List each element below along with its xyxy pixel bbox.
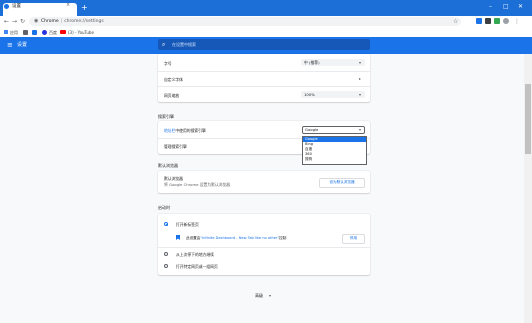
search-engine-dropdown[interactable]: Google Bing 百度 360 搜狗 <box>302 136 367 165</box>
apps-icon <box>4 30 8 34</box>
baidu-icon <box>42 30 47 35</box>
address-bar-text: Chrome | chrome://settings <box>41 19 104 24</box>
extension-prefix: 此设置由 <box>186 236 201 240</box>
startup-option-label: 打开特定网页或一组网页 <box>176 264 218 269</box>
site-info-icon[interactable]: ◉ <box>34 17 38 26</box>
extension-link[interactable]: "Infinite Dashboard - New Tab like no ot… <box>200 236 279 240</box>
extension-icon[interactable] <box>494 18 500 24</box>
font-size-label: 字号 <box>164 61 172 66</box>
bookmark-baidu[interactable]: 百度 <box>49 28 57 37</box>
startup-radio-specific-pages[interactable] <box>164 264 168 268</box>
search-placeholder: 在设置中搜索 <box>172 42 196 47</box>
bookmark-star-icon[interactable]: ☆ <box>453 17 458 26</box>
bookmark-apps[interactable]: 应用 <box>10 28 18 37</box>
address-bar-engine-label: 地址栏中使用的搜索引擎 <box>164 128 206 134</box>
page-zoom-label: 网页缩放 <box>164 93 180 98</box>
extension-suffix: 控制 <box>279 236 287 240</box>
startup-option-label: 从上次停下的地方继续 <box>176 252 214 257</box>
address-bar-link[interactable]: 地址栏 <box>164 128 175 133</box>
scrollbar-thumb[interactable] <box>525 84 531 154</box>
page-zoom-value: 100% <box>304 92 315 97</box>
manage-search-engines-label[interactable]: 管理搜索引擎 <box>164 144 187 150</box>
window-close-icon[interactable]: ✕ <box>518 3 523 10</box>
omnibox-url: chrome://settings <box>64 19 104 24</box>
youtube-icon <box>60 30 66 34</box>
search-engine-section-title: 搜索引擎 <box>158 114 174 119</box>
new-tab-icon[interactable]: + <box>81 4 88 12</box>
close-tab-icon[interactable]: × <box>66 2 70 8</box>
chevron-down-icon: ▾ <box>359 92 362 97</box>
menu-icon[interactable]: ≡ <box>7 38 13 53</box>
custom-fonts-label[interactable]: 自定义字体 <box>164 77 183 83</box>
maximize-icon[interactable]: □ <box>503 3 509 10</box>
omnibox-site: Chrome <box>41 19 59 24</box>
reload-icon[interactable]: ↻ <box>20 17 25 27</box>
font-size-value: 中 (推荐) <box>304 60 320 65</box>
back-icon[interactable]: ← <box>4 17 9 27</box>
startup-radio-new-tab[interactable] <box>164 222 168 226</box>
chevron-down-icon: ▾ <box>359 60 362 65</box>
minimize-icon[interactable]: – <box>489 3 492 10</box>
bookmark-favicon-icon[interactable] <box>23 30 28 35</box>
divider <box>158 247 370 248</box>
bookmark-favicon-icon[interactable] <box>32 30 37 35</box>
extension-icon[interactable] <box>485 18 491 24</box>
advanced-toggle[interactable]: 高级 <box>255 293 263 299</box>
make-default-button-label: 设为默认浏览器 <box>329 180 355 184</box>
chevron-down-icon[interactable]: ▾ <box>269 293 271 298</box>
divider <box>158 86 370 87</box>
extension-icon[interactable] <box>476 18 482 24</box>
divider <box>158 71 370 72</box>
chevron-down-icon: ▾ <box>359 127 362 132</box>
bookmark-youtube[interactable]: (3) - YouTube <box>68 28 94 37</box>
default-browser-description: 将 Google Chrome 设置为默认浏览器 <box>164 182 231 187</box>
startup-option-label: 打开新标签页 <box>176 222 199 227</box>
startup-radio-continue[interactable] <box>164 252 168 256</box>
address-bar-engine-text: 中使用的搜索引擎 <box>175 128 206 133</box>
forward-icon[interactable]: → <box>12 17 17 27</box>
window-titlebar <box>0 0 532 16</box>
chevron-right-icon[interactable]: ▸ <box>359 76 361 81</box>
search-engine-value: Google <box>305 127 319 132</box>
more-menu-icon[interactable]: ⋮ <box>514 17 520 27</box>
disable-extension-button-label: 停用 <box>349 236 358 240</box>
extension-control-text: 此设置由"Infinite Dashboard - New Tab like n… <box>186 236 286 241</box>
on-startup-section-title: 启动时 <box>158 205 170 210</box>
settings-tab-icon <box>4 4 9 9</box>
search-icon: ⌕ <box>162 41 166 48</box>
page-title: 设置 <box>17 42 28 48</box>
default-browser-section-title: 默认浏览器 <box>158 163 178 168</box>
tab-title: 设置 <box>12 4 21 9</box>
dropdown-option[interactable]: 搜狗 <box>303 157 366 162</box>
profile-avatar-icon[interactable] <box>503 18 509 24</box>
